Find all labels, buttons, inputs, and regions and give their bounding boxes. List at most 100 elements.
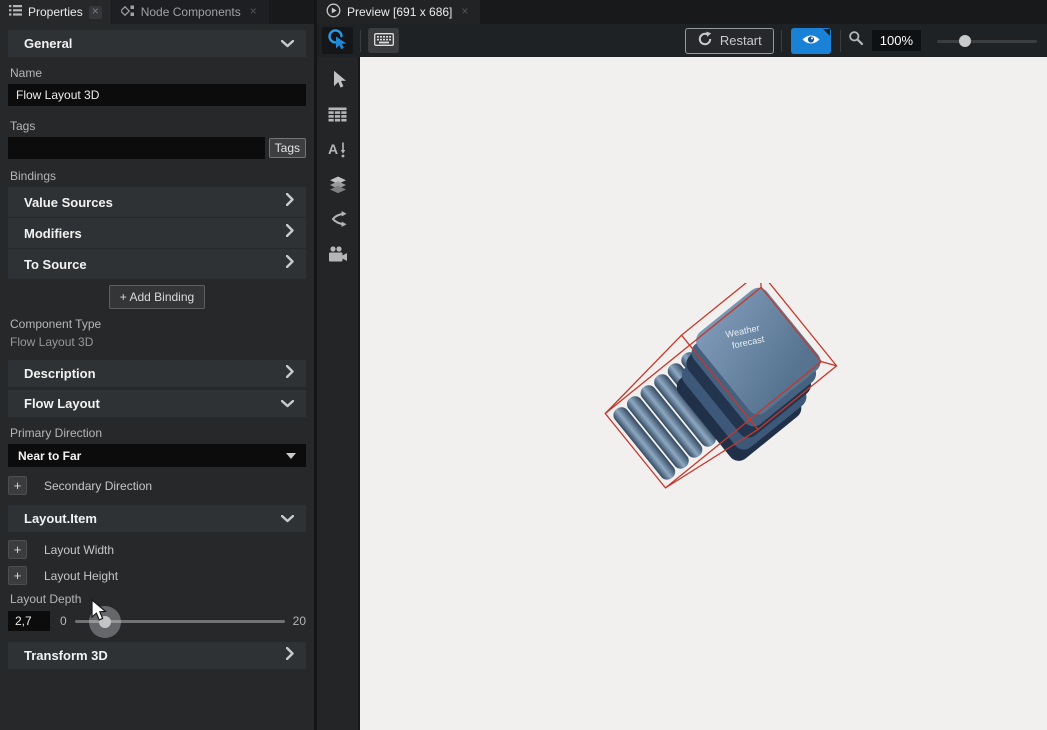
primary-direction-select[interactable]: Near to Far (8, 444, 306, 467)
toolbar-separator (781, 30, 782, 52)
section-general-title: General (24, 36, 72, 51)
add-layout-height-button[interactable]: + (8, 566, 27, 585)
play-circle-icon (326, 3, 341, 21)
chevron-right-icon (286, 193, 294, 211)
layout-width-row: + Layout Width (8, 540, 306, 559)
node-components-icon (121, 5, 135, 20)
application-window: Properties × Node Components × General (0, 0, 1047, 730)
primary-direction-value: Near to Far (18, 449, 81, 463)
keyboard-icon (374, 33, 394, 49)
bindings-label: Bindings (10, 169, 306, 183)
layout-height-row: + Layout Height (8, 566, 306, 585)
tab-node-components[interactable]: Node Components × (112, 0, 269, 24)
flow-layout-3d-object[interactable]: Weather forecast (596, 283, 846, 508)
dropdown-caret-icon (286, 453, 296, 459)
chevron-down-icon (281, 510, 294, 528)
restart-button[interactable]: Restart (685, 28, 774, 54)
dropdown-notch-icon (823, 29, 830, 36)
preview-toolstrip: A (317, 57, 360, 730)
tab-properties-label: Properties (28, 5, 83, 19)
component-type-value: Flow Layout 3D (10, 335, 306, 349)
properties-content: General Name Tags Tags Bindings Value So… (0, 24, 314, 730)
section-flow-layout-title: Flow Layout (24, 396, 100, 411)
properties-list-icon (9, 5, 22, 19)
preview-toolbar: Restart 100% (317, 24, 1047, 57)
click-simulation-tool-button[interactable] (322, 27, 353, 54)
layout-depth-min: 0 (60, 614, 67, 628)
chevron-down-icon (281, 35, 294, 53)
preview-tabbar: Preview [691 x 686] × (317, 0, 1047, 24)
section-layout-item-title: Layout.Item (24, 511, 97, 526)
section-description-title: Description (24, 366, 96, 381)
properties-panel: Properties × Node Components × General (0, 0, 317, 730)
restart-icon (697, 31, 713, 50)
layout-depth-slider-row: 2,7 0 20 (8, 610, 306, 632)
layout-height-label: Layout Height (44, 569, 118, 583)
grid-tool-icon[interactable] (327, 103, 349, 125)
tags-input[interactable] (8, 137, 265, 159)
restart-label: Restart (720, 33, 762, 48)
secondary-direction-row: + Secondary Direction (8, 476, 306, 495)
select-tool-icon[interactable] (327, 68, 349, 90)
tab-preview[interactable]: Preview [691 x 686] × (317, 0, 480, 24)
section-flow-layout[interactable]: Flow Layout (8, 390, 306, 417)
section-transform-3d-title: Transform 3D (24, 648, 108, 663)
tab-properties-close-icon[interactable]: × (89, 6, 102, 19)
name-label: Name (10, 66, 306, 80)
pointer-click-icon (327, 28, 349, 53)
name-input[interactable] (8, 84, 306, 106)
toolbar-separator (840, 30, 841, 52)
left-tabbar: Properties × Node Components × (0, 0, 314, 24)
section-description[interactable]: Description (8, 360, 306, 387)
camera-tool-icon[interactable] (327, 243, 349, 265)
binding-row-to-source[interactable]: To Source (8, 249, 306, 279)
binding-row-value-sources[interactable]: Value Sources (8, 187, 306, 217)
layout-depth-max: 20 (293, 614, 306, 628)
toolbar-separator (360, 30, 361, 52)
visibility-toggle-button[interactable] (791, 28, 831, 54)
section-transform-3d[interactable]: Transform 3D (8, 642, 306, 669)
tab-preview-label: Preview [691 x 686] (347, 5, 452, 19)
zoom-level-value[interactable]: 100% (872, 30, 921, 51)
primary-direction-label: Primary Direction (10, 426, 306, 440)
component-type-label: Component Type (10, 317, 306, 331)
tags-label: Tags (10, 119, 306, 133)
zoom-slider[interactable] (937, 33, 1037, 49)
svg-text:A: A (328, 141, 338, 157)
binding-row-label: To Source (24, 257, 87, 272)
mouse-cursor (90, 599, 108, 628)
add-secondary-direction-button[interactable]: + (8, 476, 27, 495)
layout-depth-label: Layout Depth (10, 592, 306, 606)
tags-button[interactable]: Tags (269, 138, 306, 158)
binding-row-modifiers[interactable]: Modifiers (8, 218, 306, 248)
chevron-down-icon (281, 395, 294, 413)
section-layout-item[interactable]: Layout.Item (8, 505, 306, 532)
binding-row-label: Value Sources (24, 195, 113, 210)
layers-tool-icon[interactable] (327, 173, 349, 195)
text-tool-icon[interactable]: A (327, 138, 349, 160)
zoom-slider-thumb[interactable] (959, 35, 971, 47)
tab-node-components-close-icon[interactable]: × (247, 6, 260, 19)
layout-width-label: Layout Width (44, 543, 114, 557)
tab-node-components-label: Node Components (141, 5, 241, 19)
add-layout-width-button[interactable]: + (8, 540, 27, 559)
chevron-right-icon (286, 647, 294, 665)
preview-body: A (317, 57, 1047, 730)
preview-viewport[interactable]: Weather forecast (360, 57, 1047, 730)
connections-tool-icon[interactable] (327, 208, 349, 230)
eye-icon (801, 33, 821, 49)
binding-row-label: Modifiers (24, 226, 82, 241)
tab-preview-close-icon[interactable]: × (458, 6, 471, 19)
chevron-right-icon (286, 224, 294, 242)
zoom-slider-track[interactable] (937, 40, 1037, 43)
layout-depth-value[interactable]: 2,7 (8, 611, 50, 631)
chevron-right-icon (286, 365, 294, 383)
secondary-direction-label: Secondary Direction (44, 479, 152, 493)
magnifier-icon (848, 30, 864, 51)
add-binding-button[interactable]: + Add Binding (109, 285, 205, 309)
chevron-right-icon (286, 255, 294, 273)
preview-panel: Preview [691 x 686] × (317, 0, 1047, 730)
tab-properties[interactable]: Properties × (0, 0, 111, 24)
virtual-keyboard-button[interactable] (368, 28, 399, 53)
section-general[interactable]: General (8, 30, 306, 57)
